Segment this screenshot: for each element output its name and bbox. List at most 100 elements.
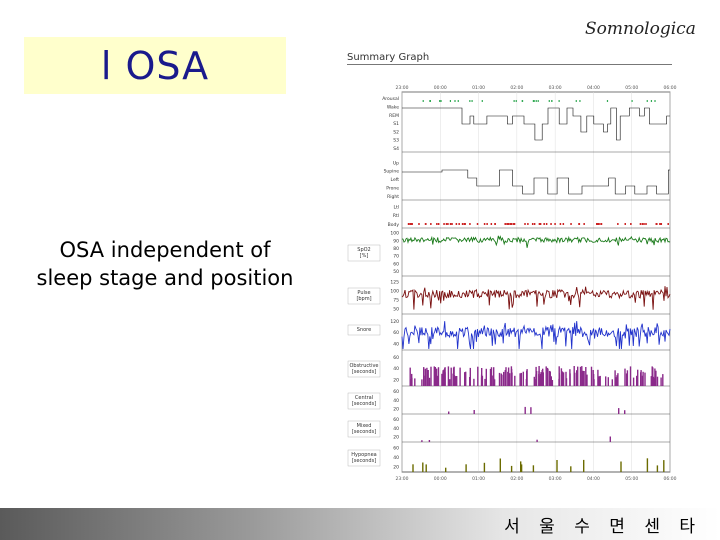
central-bar-0 [530,407,532,414]
y-tick-pulse-3: 50 [393,306,399,312]
obstructive-bar-68 [650,376,652,386]
y-tick-pulse-0: 125 [390,279,399,285]
obstructive-bar-128 [561,371,564,386]
obstructive-bar-159 [450,367,452,386]
hypopnea-bar-16 [583,459,585,472]
obstructive-bar-25 [427,370,429,386]
arousal-mark-9 [513,100,515,102]
time-tick-top-7: 06:00 [664,85,677,91]
movement-mark-36 [418,223,420,225]
movement-mark-8 [486,223,488,225]
arousal-mark-5 [537,100,539,102]
time-tick-top-3: 02:00 [510,85,523,91]
movement-mark-50 [545,223,548,225]
axis-label-spo2-1: [%] [360,253,369,259]
summary-title: Summary Graph [347,52,430,63]
movement-mark-42 [510,223,513,225]
obstructive-bar-61 [562,372,565,386]
axis-label-hypnogram-4: S2 [393,129,399,135]
obstructive-bar-133 [573,376,575,386]
obstructive-bar-112 [507,367,510,386]
time-tick-bottom-6: 05:00 [625,476,638,482]
obstructive-bar-73 [473,378,475,386]
movement-mark-5 [447,223,449,225]
axis-label-hypnogram-5: S3 [393,138,399,144]
arousal-mark-8 [558,100,560,102]
movement-mark-1 [667,223,669,225]
movement-mark-15 [578,223,580,225]
obstructive-bar-140 [411,373,413,386]
summary-rule [347,64,672,65]
obstructive-bar-158 [459,367,461,386]
central-bar-1 [624,410,626,414]
obstructive-bar-107 [660,377,662,386]
chart-frame [401,91,671,473]
axis-label-position-3: Prone [386,186,399,192]
movement-mark-9 [407,223,410,225]
obstructive-bar-50 [428,377,431,386]
movement-mark-10 [659,223,661,225]
movement-mark-46 [436,223,438,225]
movement-mark-64 [425,223,427,225]
movement-mark-18 [483,223,486,225]
y-tick-spo2-2: 80 [393,246,399,252]
obstructive-bar-152 [452,367,455,386]
obstructive-bar-91 [526,369,528,386]
obstructive-bar-119 [519,373,521,386]
axis-label-position-4: Right [387,194,399,200]
movement-mark-60 [504,223,506,225]
hypopnea-bar-10 [570,466,572,472]
movement-mark-0 [527,223,529,225]
time-tick-top-5: 04:00 [587,85,600,91]
pulse-trace [401,286,671,310]
arousal-mark-20 [454,100,456,102]
arousal-mark-21 [422,100,424,102]
hypopnea-bar-17 [483,462,486,472]
obstructive-bar-147 [585,367,587,386]
obstructive-bar-145 [426,367,428,386]
obstructive-bar-47 [441,373,443,386]
movement-mark-67 [596,223,598,225]
obstructive-bar-151 [424,368,427,386]
y-tick-spo2-5: 50 [393,269,399,275]
obstructive-bar-90 [655,370,657,386]
obstructive-bar-125 [434,367,436,386]
obstructive-bar-113 [565,378,568,386]
obstructive-bar-77 [469,377,471,386]
axis-label-hypnogram-1: Wake [387,105,399,111]
y-tick-spo2-0: 100 [390,231,399,237]
arousal-mark-2 [439,100,441,102]
obstructive-bar-148 [498,372,501,386]
obstructive-bar-115 [636,375,638,386]
movement-mark-7 [543,223,545,225]
arousal-mark-26 [650,100,653,102]
time-tick-bottom-7: 06:00 [664,476,677,482]
obstructive-bar-79 [500,373,502,386]
obstructive-bar-131 [484,378,486,386]
movement-mark-22 [624,223,627,225]
movement-mark-56 [463,223,466,225]
obstructive-bar-41 [545,366,547,386]
obstructive-bar-154 [550,378,552,386]
obstructive-bar-110 [455,376,457,386]
movement-mark-14 [451,223,453,225]
y-tick-central-2: 20 [393,407,399,413]
arousal-mark-12 [575,100,577,102]
movement-mark-54 [598,223,600,225]
time-tick-top-1: 00:00 [434,85,447,91]
hypopnea-bar-4 [663,460,665,472]
axis-label-hypnogram-2: REM [389,113,399,119]
movement-mark-19 [645,223,647,225]
arousal-mark-24 [440,100,442,102]
obstructive-bar-92 [522,371,524,386]
y-tick-snore-2: 40 [393,341,399,347]
time-tick-bottom-0: 23:00 [396,476,409,482]
obstructive-bar-100 [520,372,522,386]
y-tick-central-1: 40 [393,398,399,404]
obstructive-bar-26 [605,376,607,386]
arousal-mark-22 [646,100,648,102]
arousal-mark-19 [532,100,534,102]
movement-mark-33 [538,223,541,225]
obstructive-bar-106 [504,370,506,386]
axis-label-snore-0: Snore [357,327,371,333]
